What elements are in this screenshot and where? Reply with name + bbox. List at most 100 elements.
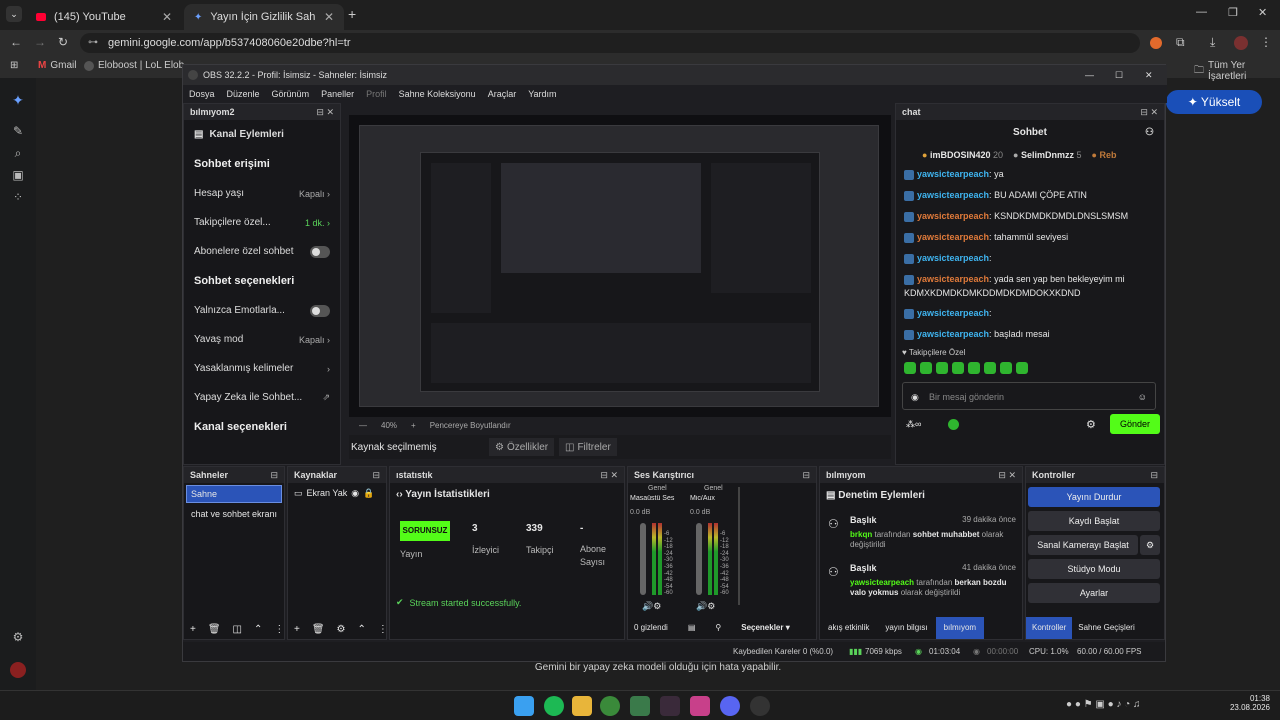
upgrade-button[interactable]: ✦ Yükselt	[1166, 90, 1262, 114]
link-icon[interactable]: ⚲	[715, 623, 721, 632]
tab-search-icon[interactable]: ⌄	[6, 6, 22, 22]
setting-followers-only[interactable]: Takipçilere özel... 1 dk. ›	[184, 208, 340, 237]
apps-icon[interactable]: ⁘	[10, 190, 26, 206]
extension-icon[interactable]	[1150, 37, 1162, 49]
top-chatter[interactable]: ● SelimDnmzz 5	[1013, 150, 1082, 160]
studio-mode-button[interactable]: Stüdyo Modu	[1028, 559, 1160, 579]
kick-icon[interactable]	[948, 419, 959, 430]
menu-icon[interactable]: ⋮	[1260, 35, 1272, 49]
add-icon[interactable]: +	[294, 624, 300, 635]
tab-bilmiyom[interactable]: bılmıyom	[935, 617, 985, 639]
menu-view[interactable]: Görünüm	[272, 89, 310, 99]
download-icon[interactable]: ⤓	[1210, 35, 1215, 50]
scene-item[interactable]: chat ve sohbet ekranı	[186, 505, 282, 523]
tab-youtube[interactable]: (145) YouTube ✕	[26, 4, 182, 30]
down-icon[interactable]: ⋮	[274, 624, 284, 635]
top-chatter[interactable]: ● imBDOSIN420 20	[922, 150, 1003, 160]
apps-icon[interactable]: ⊞	[10, 60, 18, 71]
emote-icon[interactable]	[920, 362, 932, 374]
site-info-icon[interactable]: ⊶	[88, 33, 98, 53]
bookmark-eloboost[interactable]: Eloboost | LoL Elob...	[84, 60, 193, 71]
setting-emote-only[interactable]: Yalnızca Emotlarla...	[184, 296, 340, 325]
dock-controls[interactable]: ⊟ ✕	[316, 104, 334, 120]
send-button[interactable]: Gönder	[1110, 414, 1160, 434]
subscribers-only-toggle[interactable]	[310, 245, 330, 258]
emote-icon[interactable]	[1000, 362, 1012, 374]
address-input[interactable]: ⊶ gemini.google.com/app/b537408060e20dbe…	[80, 33, 1140, 53]
chat-username[interactable]: yawsictearpeach	[917, 190, 989, 200]
dock-controls[interactable]: ⊟	[372, 467, 380, 483]
mute-icon[interactable]: 🔊⚙	[696, 601, 715, 612]
chat-username[interactable]: yawsictearpeach	[917, 329, 989, 339]
stop-stream-button[interactable]: Yayını Durdur	[1028, 487, 1160, 507]
start-icon[interactable]	[514, 696, 534, 716]
channel-name[interactable]: Mic/Aux	[690, 495, 734, 502]
forward-icon[interactable]: →	[34, 35, 46, 49]
setting-subscribers-only[interactable]: Abonelere özel sohbet	[184, 237, 340, 266]
filter-icon[interactable]: ◫	[233, 624, 242, 635]
dock-controls[interactable]: ⊟	[1150, 467, 1158, 483]
preview-canvas[interactable]	[349, 115, 891, 417]
filters-button[interactable]: ◫ Filtreler	[559, 438, 617, 456]
menu-edit[interactable]: Düzenle	[227, 89, 260, 99]
points-icon[interactable]: ⁂∞	[906, 419, 921, 430]
entry-user[interactable]: yawsictearpeach	[850, 578, 914, 587]
bookmark-gmail[interactable]: M Gmail	[38, 60, 76, 71]
mute-icon[interactable]: 🔊⚙	[642, 601, 661, 612]
menu-scene-collection[interactable]: Sahne Koleksiyonu	[399, 89, 476, 99]
emote-only-toggle[interactable]	[310, 304, 330, 317]
search-icon[interactable]: ⌕	[10, 146, 26, 162]
close-window-button[interactable]: ✕	[1258, 6, 1267, 19]
folder-icon[interactable]	[572, 696, 592, 716]
trash-icon[interactable]: 🗑	[208, 624, 221, 635]
chat-mode-icon[interactable]: ◉	[911, 383, 919, 411]
obs-icon[interactable]	[750, 696, 770, 716]
avatar[interactable]	[10, 662, 26, 678]
tab-scene-transitions[interactable]: Sahne Geçişleri	[1072, 617, 1140, 639]
eye-icon[interactable]: ◉	[351, 488, 359, 499]
volume-slider[interactable]	[640, 523, 646, 595]
zoom-in-button[interactable]: +	[411, 421, 416, 430]
users-icon[interactable]: ⚇	[1145, 120, 1154, 146]
menu-tools[interactable]: Araçlar	[488, 89, 517, 99]
new-tab-button[interactable]: +	[348, 6, 356, 22]
chat-username[interactable]: yawsictearpeach	[917, 253, 989, 263]
chat-username[interactable]: yawsictearpeach	[917, 274, 989, 284]
avatar[interactable]	[1234, 36, 1248, 50]
setting-banned-words[interactable]: Yasaklanmış kelimeler ›	[184, 354, 340, 383]
dock-controls[interactable]: ⊟ ✕	[998, 467, 1016, 483]
setting-ai-chat[interactable]: Yapay Zeka ile Sohbet... ⇗	[184, 383, 340, 412]
emote-icon[interactable]	[968, 362, 980, 374]
settings-button[interactable]: Ayarlar	[1028, 583, 1160, 603]
emote-icon[interactable]	[904, 362, 916, 374]
lock-icon[interactable]: 🔒	[363, 488, 374, 499]
hidden-count[interactable]: 0 gizlendi	[634, 623, 668, 632]
emote-icon[interactable]	[984, 362, 996, 374]
close-icon[interactable]: ✕	[1145, 65, 1153, 85]
setting-account-age[interactable]: Hesap yaşı Kapalı ›	[184, 179, 340, 208]
chrome-icon[interactable]	[600, 696, 620, 716]
discord-icon[interactable]	[720, 696, 740, 716]
mixer-scrollbar[interactable]	[738, 487, 740, 605]
trash-icon[interactable]: 🗑	[312, 624, 325, 635]
tab-controls[interactable]: Kontroller	[1026, 617, 1073, 639]
emote-icon[interactable]	[952, 362, 964, 374]
maximize-icon[interactable]: ☐	[1115, 65, 1123, 85]
chat-username[interactable]: yawsictearpeach	[917, 308, 989, 318]
chat-username[interactable]: yawsictearpeach	[917, 211, 989, 221]
chat-username[interactable]: yawsictearpeach	[917, 169, 989, 179]
gemini-logo-icon[interactable]: ✦	[10, 92, 26, 108]
reload-icon[interactable]: ↻	[58, 35, 68, 49]
scene-item[interactable]: Sahne	[186, 485, 282, 503]
emote-icon[interactable]	[936, 362, 948, 374]
start-virtual-camera-button[interactable]: Sanal Kamerayı Başlat	[1028, 535, 1138, 555]
setting-slow-mode[interactable]: Yavaş mod Kapalı ›	[184, 325, 340, 354]
tab-gemini[interactable]: ✦ Yayın İçin Gizlilik Sahnesi Öneri ✕	[184, 4, 344, 30]
app-icon[interactable]	[630, 696, 650, 716]
emoji-icon[interactable]: ☺	[1138, 383, 1147, 411]
gallery-icon[interactable]: ▣	[10, 168, 26, 184]
properties-button[interactable]: ⚙ Özellikler	[489, 438, 555, 456]
virtual-camera-settings-icon[interactable]: ⚙	[1140, 535, 1160, 555]
chat-input[interactable]: ◉ Bir mesaj gönderin ☺	[902, 382, 1156, 410]
minimize-icon[interactable]: —	[1085, 65, 1094, 85]
